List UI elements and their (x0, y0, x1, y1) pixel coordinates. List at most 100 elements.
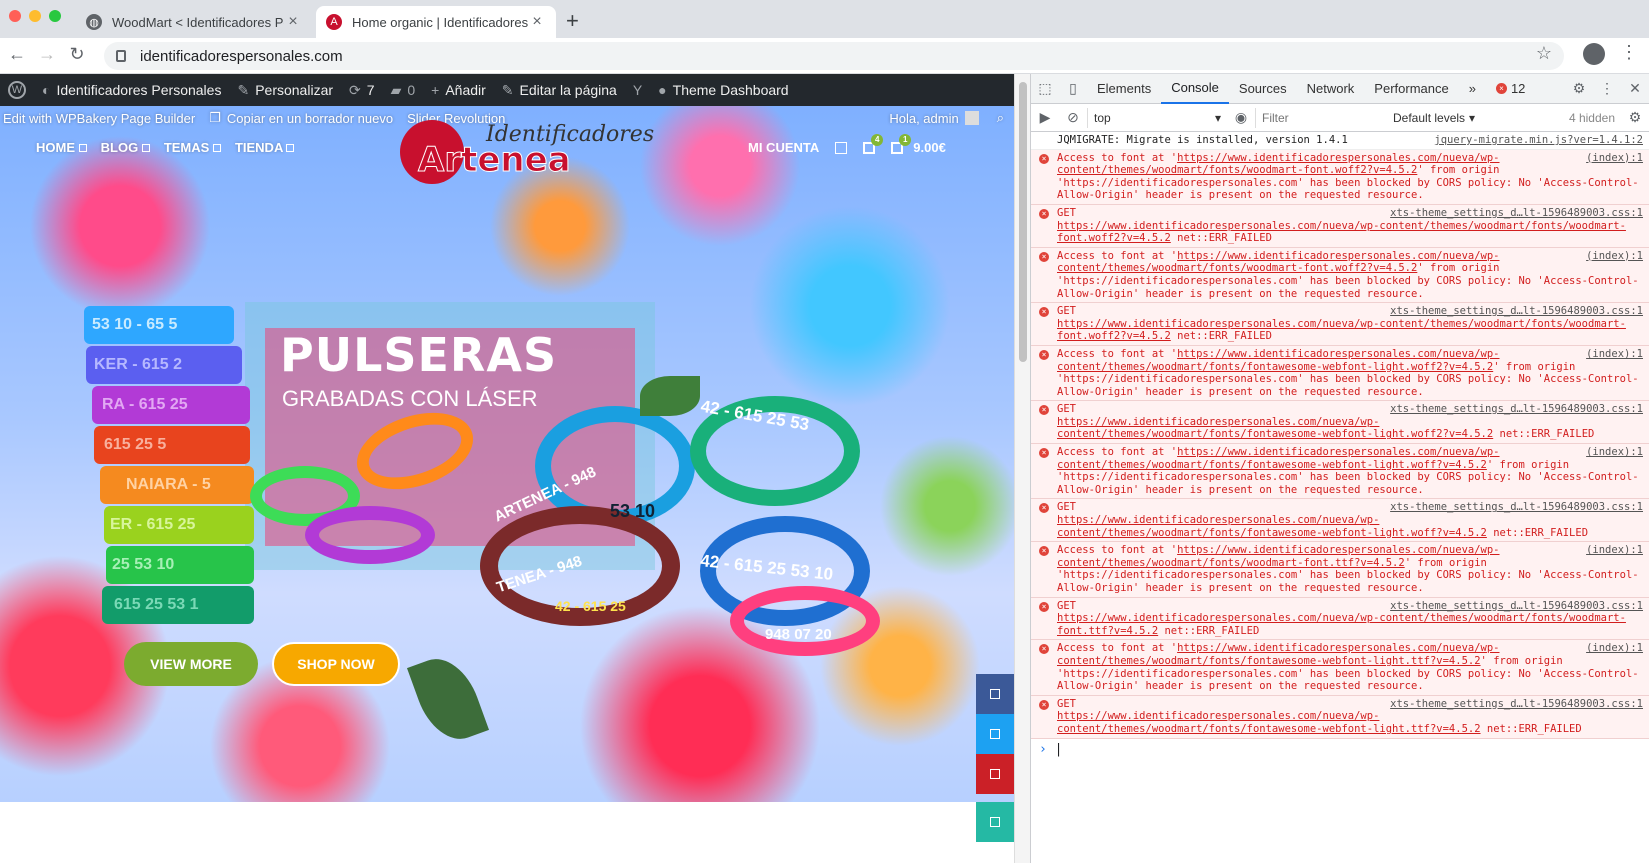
log-levels-dropdown[interactable]: Default levels ▾ (1393, 111, 1475, 125)
message-url-link[interactable]: https://www.identificadorespersonales.co… (1057, 318, 1626, 343)
site-logo[interactable]: Artenea Identificadores (400, 112, 654, 192)
close-tab-icon[interactable]: × (284, 13, 302, 31)
message-source-link[interactable]: xts-theme_settings_d…lt-1596489003.css:1 (1390, 600, 1643, 613)
sidebar-toggle-icon[interactable]: ▶ (1031, 103, 1059, 133)
copy-draft-link[interactable]: ❐ Copiar en un borrador nuevo (209, 110, 393, 126)
cart-button[interactable]: 1 9.00€ (891, 133, 946, 155)
nav-item-home[interactable]: HOME (36, 140, 87, 155)
facebook-share-button[interactable] (976, 674, 1014, 714)
facebook-icon (990, 689, 1000, 699)
message-source-link[interactable]: (index):1 (1586, 544, 1643, 557)
nav-item-tienda[interactable]: TIENDA (235, 140, 295, 155)
console-toolbar: ▶ ⊘ top▾ ◉ Default levels▾ 4 hidden ⚙ (1031, 104, 1649, 132)
pencil-icon: ✎ (501, 81, 514, 98)
device-toolbar-icon[interactable]: ▯ (1059, 74, 1087, 104)
message-source-link[interactable]: xts-theme_settings_d…lt-1596489003.css:1 (1390, 207, 1643, 220)
message-source-link[interactable]: (index):1 (1586, 642, 1643, 655)
message-source-link[interactable]: xts-theme_settings_d…lt-1596489003.css:1 (1390, 305, 1643, 318)
error-icon: × (1039, 307, 1049, 318)
new-tab-icon[interactable]: + (566, 8, 579, 34)
close-tab-icon[interactable]: × (528, 13, 546, 31)
settings-gear-icon[interactable]: ⚙ (1565, 74, 1593, 104)
message-source-link[interactable]: (index):1 (1586, 348, 1643, 361)
close-devtools-icon[interactable]: ✕ (1621, 74, 1649, 104)
adminbar-updates[interactable]: ⟳ 7 (341, 82, 383, 99)
linkedin-share-button[interactable] (976, 802, 1014, 842)
tab-sources[interactable]: Sources (1229, 74, 1297, 104)
message-url-link[interactable]: https://www.identificadorespersonales.co… (1057, 514, 1487, 539)
browser-tab-woodmart[interactable]: ◍ WoodMart < Identificadores Pe × (76, 6, 312, 38)
message-source-link[interactable]: (index):1 (1586, 250, 1643, 263)
reload-icon[interactable]: ↻ (66, 44, 88, 65)
my-account-link[interactable]: MI CUENTA (748, 140, 819, 155)
cart-total: 9.00€ (913, 140, 946, 155)
adminbar-comments[interactable]: ▰ 0 (383, 82, 424, 99)
browser-tab-home-organic[interactable]: A Home organic | Identificadores × (316, 6, 556, 38)
minimize-window-button[interactable] (29, 10, 41, 22)
nav-item-blog[interactable]: BLOG (101, 140, 150, 155)
message-url-link[interactable]: https://www.identificadorespersonales.co… (1057, 612, 1626, 637)
wishlist-icon[interactable]: 4 (863, 133, 884, 154)
address-bar[interactable]: identificadorespersonales.com ☆ (104, 42, 1564, 70)
devtools-panel: ⬚ ▯ Elements Console Sources Network Per… (1030, 74, 1649, 863)
hidden-count: 4 hidden (1568, 110, 1615, 125)
page-scrollbar[interactable] (1014, 74, 1030, 863)
console-filter-input[interactable] (1255, 107, 1385, 128)
close-window-button[interactable] (9, 10, 21, 22)
message-url-link[interactable]: https://www.identificadorespersonales.co… (1057, 220, 1626, 245)
yoast-icon[interactable]: Y (625, 82, 650, 98)
context-selector[interactable]: top ▾ (1087, 107, 1227, 128)
ring-text: 948 07 20 (765, 626, 832, 643)
error-icon: × (1039, 644, 1049, 655)
error-icon: × (1039, 153, 1049, 164)
live-expression-eye-icon[interactable]: ◉ (1227, 103, 1255, 133)
message-url-link[interactable]: https://www.identificadorespersonales.co… (1057, 710, 1481, 735)
tab-performance[interactable]: Performance (1364, 74, 1458, 104)
admin-greeting[interactable]: Hola, admin (889, 111, 979, 126)
message-source-link[interactable]: xts-theme_settings_d…lt-1596489003.css:1 (1390, 501, 1643, 514)
maximize-window-button[interactable] (49, 10, 61, 22)
shop-now-button[interactable]: SHOP NOW (272, 642, 400, 686)
band-purple: RA - 615 25 (92, 386, 250, 424)
tab-elements[interactable]: Elements (1087, 74, 1161, 104)
tab-console[interactable]: Console (1161, 74, 1229, 104)
message-source-link[interactable]: (index):1 (1586, 152, 1643, 165)
adminbar-theme-dashboard[interactable]: ● Theme Dashboard (650, 82, 796, 98)
plus-icon: + (431, 82, 440, 98)
pinterest-share-button[interactable] (976, 754, 1014, 794)
forward-arrow-icon[interactable]: → (36, 44, 58, 65)
clear-console-icon[interactable]: ⊘ (1059, 103, 1087, 133)
message-source-link[interactable]: xts-theme_settings_d…lt-1596489003.css:1 (1390, 698, 1643, 711)
twitter-icon (990, 729, 1000, 739)
twitter-share-button[interactable] (976, 714, 1014, 754)
dropdown-icon (286, 144, 295, 152)
adminbar-customize[interactable]: ✎ Personalizar (229, 82, 341, 99)
wordpress-logo-icon[interactable]: W (0, 81, 34, 99)
compare-icon[interactable] (835, 141, 848, 154)
nav-item-temas[interactable]: TEMAS (164, 140, 221, 155)
message-source-link[interactable]: jquery-migrate.min.js?ver=1.4.1:2 (1434, 134, 1643, 147)
scrollbar-thumb[interactable] (1019, 82, 1027, 362)
message-source-link[interactable]: xts-theme_settings_d…lt-1596489003.css:1 (1390, 403, 1643, 416)
message-source-link[interactable]: (index):1 (1586, 446, 1643, 459)
adminbar-site-name[interactable]: ◐ Identificadores Personales (34, 82, 229, 98)
error-icon: × (1039, 699, 1049, 710)
devtools-menu-icon[interactable]: ⋮ (1593, 74, 1621, 104)
inspect-element-icon[interactable]: ⬚ (1031, 74, 1059, 104)
profile-avatar-icon[interactable] (1583, 43, 1605, 65)
console-prompt[interactable]: › | (1031, 739, 1649, 760)
leaf-decoration (640, 376, 700, 416)
view-more-button[interactable]: VIEW MORE (124, 642, 258, 686)
message-url-link[interactable]: https://www.identificadorespersonales.co… (1057, 416, 1493, 441)
back-arrow-icon[interactable]: ← (6, 44, 28, 65)
search-icon[interactable]: ⌕ (997, 110, 1004, 126)
tab-network[interactable]: Network (1297, 74, 1365, 104)
browser-menu-icon[interactable]: ⋮ (1620, 42, 1638, 63)
adminbar-edit-page[interactable]: ✎ Editar la página (494, 82, 625, 99)
bookmark-star-icon[interactable]: ☆ (1536, 43, 1552, 64)
console-settings-gear-icon[interactable]: ⚙ (1621, 103, 1649, 133)
more-tabs-icon[interactable]: » (1459, 74, 1486, 104)
edit-wpbakery-link[interactable]: Edit with WPBakery Page Builder (3, 111, 195, 126)
error-counter[interactable]: × 12 (1486, 74, 1535, 104)
adminbar-add-new[interactable]: + Añadir (423, 82, 494, 98)
